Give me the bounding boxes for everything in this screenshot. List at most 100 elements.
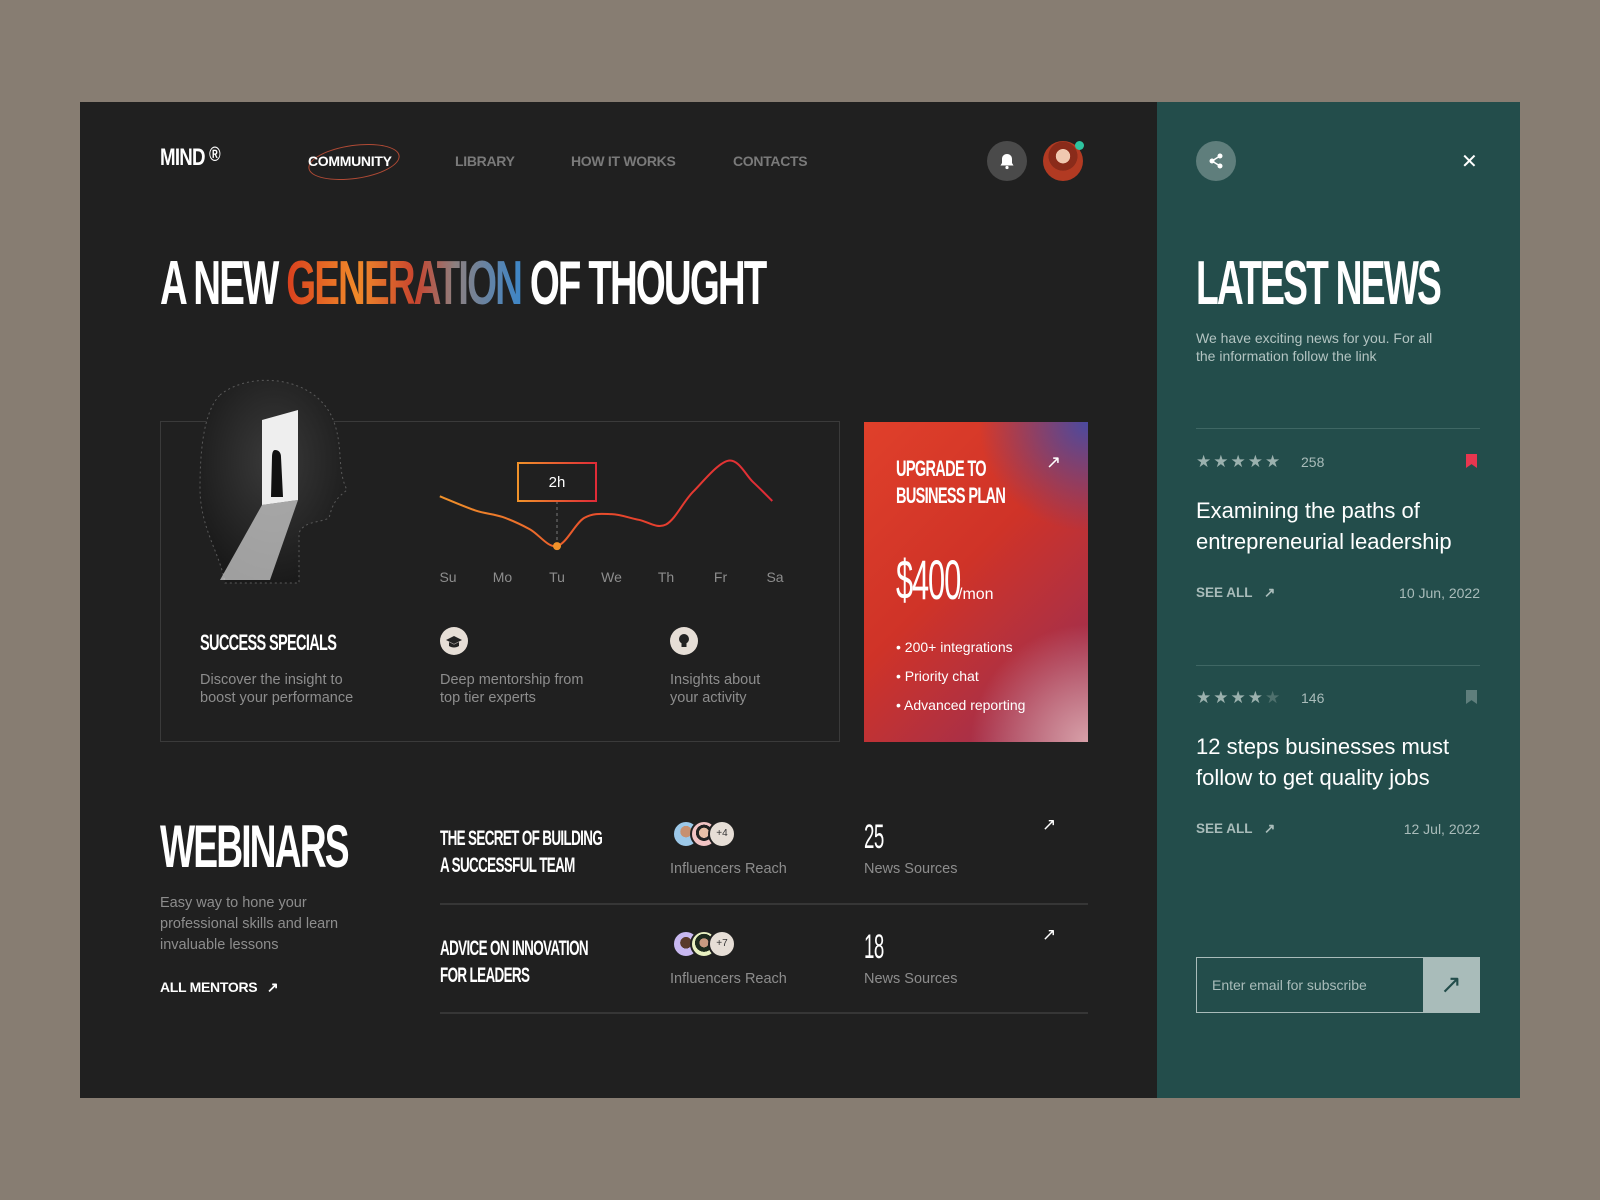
day-label-fr: Fr (714, 569, 728, 585)
news-sources-count: 25 (864, 818, 884, 856)
success-specials-description: Discover the insight to boost your perfo… (200, 672, 354, 706)
see-all-link[interactable]: SEE ALL ↗ (1196, 821, 1275, 837)
more-avatars-count: +4 (708, 820, 736, 848)
webinars-description: Easy way to hone your professional skill… (160, 895, 339, 953)
all-mentors-label: ALL MENTORS (160, 979, 258, 995)
success-specials-title: SUCCESS SPECIALS (200, 630, 337, 655)
insights-icon-badge (670, 627, 698, 655)
upgrade-price: $400 (896, 548, 961, 611)
email-subscribe-input[interactable] (1197, 958, 1424, 1012)
notifications-button[interactable] (987, 141, 1027, 181)
upgrade-title: UPGRADE TO BUSINESS PLAN (896, 455, 1006, 509)
subscribe-form: ↗ (1196, 957, 1480, 1013)
online-status-dot (1075, 141, 1084, 150)
arrow-up-right-icon: ↗ (1264, 585, 1276, 600)
arrow-up-right-icon: ↗ (1440, 969, 1462, 999)
arrow-up-right-icon: ↗ (266, 979, 279, 995)
close-icon[interactable]: ✕ (1461, 149, 1478, 174)
activity-curve (439, 459, 773, 548)
news-date: 10 Jun, 2022 (1399, 585, 1480, 601)
share-icon (1209, 153, 1223, 169)
news-sources-count: 18 (864, 928, 884, 966)
day-label-th: Th (658, 569, 674, 585)
divider (1196, 665, 1480, 666)
webinar-title: ADVICE ON INNOVATION FOR LEADERS (440, 935, 589, 989)
influencer-avatars: +7 (672, 930, 752, 960)
webinar-row[interactable]: ADVICE ON INNOVATION FOR LEADERS +7 Influ… (440, 925, 1088, 1014)
day-label-we: We (601, 569, 622, 585)
upgrade-period: /mon (958, 586, 994, 603)
activity-chart: 2h Su Mo Tu We Th Fr Sa (439, 459, 784, 585)
day-label-sa: Sa (766, 569, 783, 585)
upgrade-features: • 200+ integrations • Priority chat • Ad… (896, 633, 1025, 720)
nav-library[interactable]: LIBRARY (455, 153, 515, 169)
arrow-up-right-icon[interactable]: ↗ (1042, 925, 1056, 945)
upgrade-feature-text: Advanced reporting (904, 697, 1026, 713)
logo-text: MIND (160, 144, 206, 171)
tooltip-value: 2h (549, 474, 566, 491)
selected-point[interactable] (553, 542, 561, 551)
arrow-up-right-icon[interactable]: ↗ (1046, 452, 1061, 473)
upgrade-feature: • 200+ integrations (896, 639, 1013, 655)
see-all-label: SEE ALL (1196, 821, 1253, 836)
nav-how-it-works[interactable]: HOW IT WORKS (571, 153, 676, 169)
mentorship-icon-badge (440, 627, 468, 655)
all-mentors-link[interactable]: ALL MENTORS ↗ (160, 979, 279, 996)
influencers-reach-label: Influencers Reach (670, 971, 787, 987)
upgrade-title-line2: BUSINESS PLAN (896, 483, 1006, 508)
news-sources-label: News Sources (864, 861, 958, 877)
insights-text: Insights about your activity (670, 672, 761, 706)
news-sources-label: News Sources (864, 971, 958, 987)
news-title[interactable]: 12 steps businesses must follow to get q… (1196, 731, 1486, 793)
divider (1196, 428, 1480, 429)
day-label-mo: Mo (493, 569, 513, 585)
more-avatars-count: +7 (708, 930, 736, 958)
divider (440, 903, 1088, 905)
see-all-link[interactable]: SEE ALL ↗ (1196, 585, 1275, 601)
day-label-su: Su (439, 569, 456, 585)
latest-news-description: We have exciting news for you. For all t… (1196, 330, 1433, 364)
upgrade-feature: • Priority chat (896, 668, 979, 684)
upgrade-card[interactable]: UPGRADE TO BUSINESS PLAN ↗ $400 /mon • 20… (864, 422, 1088, 742)
webinars-title: WEBINARS (160, 813, 350, 880)
news-date: 12 Jul, 2022 (1403, 821, 1480, 837)
see-all-label: SEE ALL (1196, 585, 1253, 600)
upgrade-feature-text: 200+ integrations (904, 639, 1013, 655)
webinar-title-line2: FOR LEADERS (440, 964, 530, 987)
arrow-up-right-icon[interactable]: ↗ (1042, 815, 1056, 835)
lightbulb-icon (679, 634, 689, 647)
mentorship-text: Deep mentorship from top tier experts (440, 672, 584, 706)
share-button[interactable] (1196, 141, 1236, 181)
logo[interactable]: MIND ® (160, 144, 221, 172)
latest-news-title: LATEST NEWS (1196, 249, 1442, 318)
webinar-title-line2: A SUCCESSFUL TEAM (440, 854, 575, 877)
logo-mark: ® (209, 144, 220, 166)
hero-title-pre: A NEW (160, 249, 287, 318)
hero-title-post: OF THOUGHT (521, 249, 767, 318)
webinar-title-line1: ADVICE ON INNOVATION (440, 937, 589, 960)
influencers-reach-label: Influencers Reach (670, 861, 787, 877)
webinar-title-line1: THE SECRET OF BUILDING (440, 827, 603, 850)
upgrade-title-line1: UPGRADE TO (896, 456, 987, 481)
rating-count: 146 (1301, 690, 1325, 706)
bell-icon (1000, 154, 1014, 170)
nav-community[interactable]: COMMUNITY (308, 153, 392, 169)
upgrade-feature-text: Priority chat (904, 668, 979, 684)
subscribe-button[interactable]: ↗ (1423, 958, 1479, 1012)
nav-contacts[interactable]: CONTACTS (733, 153, 808, 169)
rating-stars: ★★★★★ (1196, 688, 1283, 707)
rating-count: 258 (1301, 454, 1325, 470)
news-title[interactable]: Examining the paths of entrepreneurial l… (1196, 495, 1486, 557)
divider (440, 1012, 1088, 1014)
head-door-illustration (199, 379, 348, 584)
graduation-cap-icon (446, 636, 462, 648)
upgrade-feature: • Advanced reporting (896, 697, 1026, 713)
arrow-up-right-icon: ↗ (1264, 821, 1276, 836)
day-label-tu: Tu (549, 569, 565, 585)
influencer-avatars: +4 (672, 820, 752, 850)
webinar-title: THE SECRET OF BUILDING A SUCCESSFUL TEAM (440, 825, 603, 879)
hero-title: A NEW GENERATION OF THOUGHT (160, 248, 767, 319)
rating-stars: ★★★★★ (1196, 452, 1283, 471)
hero-title-highlight: GENERATION (286, 249, 523, 318)
webinar-row[interactable]: THE SECRET OF BUILDING A SUCCESSFUL TEAM … (440, 815, 1088, 904)
